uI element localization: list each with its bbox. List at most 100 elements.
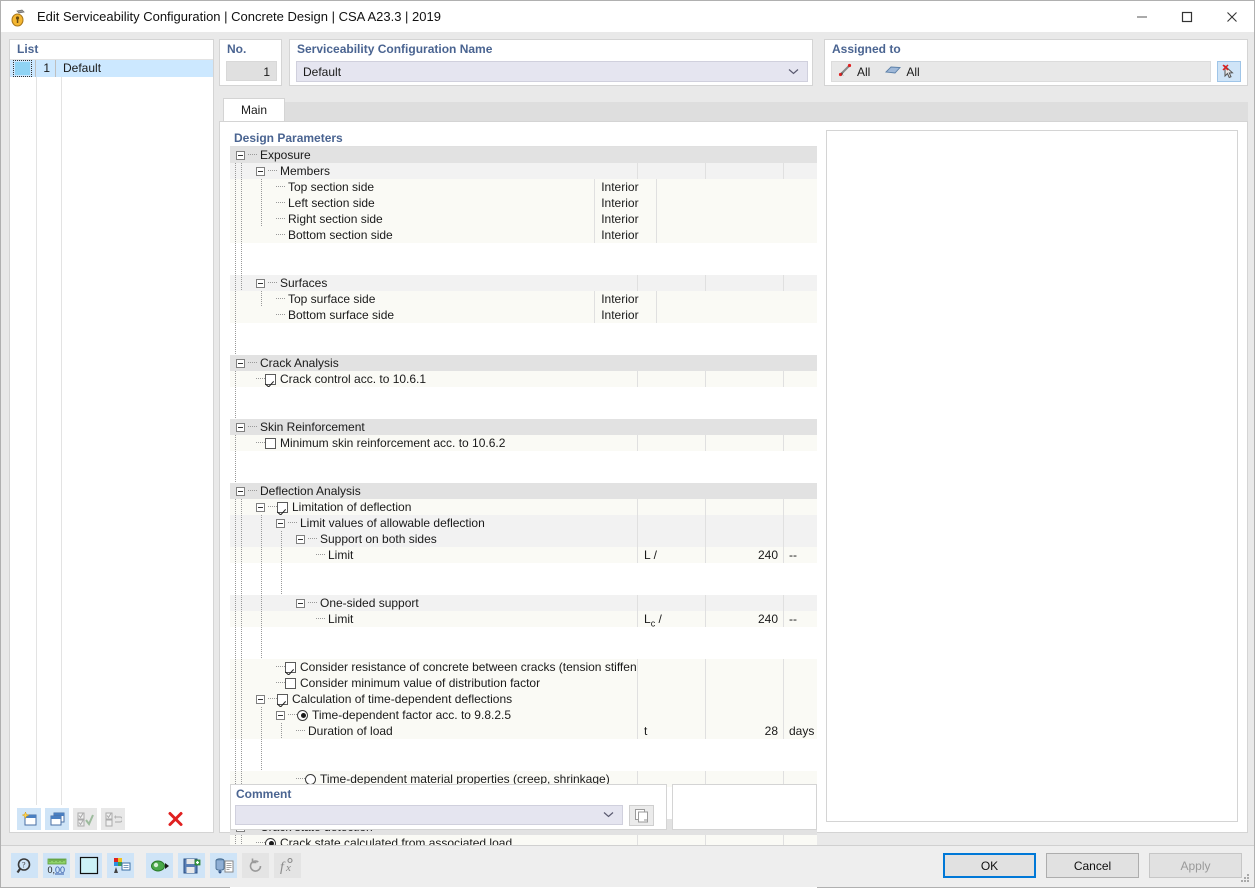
maximize-button[interactable]: [1164, 1, 1209, 32]
tree-group-limit-values[interactable]: Limit values of allowable deflection: [230, 515, 817, 531]
tree-label: Crack Analysis: [257, 356, 339, 370]
list-item-number: 1: [36, 60, 56, 77]
tree-value[interactable]: Interior: [594, 307, 656, 323]
tree-spacer: [230, 643, 817, 659]
collapse-icon[interactable]: [296, 535, 305, 544]
tree-value[interactable]: Interior: [594, 211, 656, 227]
new-item-button[interactable]: [17, 808, 41, 830]
info-search-button[interactable]: ?: [11, 853, 38, 878]
checkbox-crack-control[interactable]: [265, 374, 276, 385]
tree-row-min-distribution-factor[interactable]: Consider minimum value of distribution f…: [230, 675, 817, 691]
tree-line: [248, 419, 257, 435]
collapse-icon[interactable]: [236, 151, 245, 160]
collapse-icon[interactable]: [256, 279, 265, 288]
tree-row-bottom-section-side[interactable]: Bottom section side Interior: [230, 227, 817, 243]
tree-value[interactable]: Interior: [594, 179, 656, 195]
tree-value[interactable]: Interior: [594, 291, 656, 307]
color-swatch-button[interactable]: [75, 853, 102, 878]
tree-value[interactable]: Interior: [594, 195, 656, 211]
tree-row-left-section-side[interactable]: Left section side Interior: [230, 195, 817, 211]
value-duration[interactable]: 28: [705, 723, 783, 739]
title-bar: Edit Serviceability Configuration | Conc…: [1, 1, 1254, 32]
assigned-to-label: Assigned to: [825, 40, 1247, 56]
tree-row-time-dependent-deflections[interactable]: Calculation of time-dependent deflection…: [230, 691, 817, 707]
ok-button[interactable]: OK: [943, 853, 1036, 878]
database-list-button[interactable]: [210, 853, 237, 878]
tree-spacer: [230, 403, 817, 419]
list-grid-line-2: [61, 77, 62, 807]
tree-group-support-both-sides[interactable]: Support on both sides: [230, 531, 817, 547]
delete-item-button[interactable]: [163, 808, 187, 830]
collapse-icon[interactable]: [236, 359, 245, 368]
tree-line: [268, 499, 277, 515]
collapse-icon[interactable]: [236, 423, 245, 432]
tree-row-limit-both-sides[interactable]: Limit L / 240 --: [230, 547, 817, 563]
collapse-icon[interactable]: [236, 487, 245, 496]
tree-row-bottom-surface-side[interactable]: Bottom surface side Interior: [230, 307, 817, 323]
list-color-cell[interactable]: [10, 60, 36, 77]
tree-row-top-section-side[interactable]: Top section side Interior: [230, 179, 817, 195]
tree-value[interactable]: Interior: [594, 227, 656, 243]
detail-preview-panel: [826, 130, 1238, 822]
value-limit-both[interactable]: 240: [705, 547, 783, 563]
number-field[interactable]: 1: [226, 61, 277, 81]
color-swatch[interactable]: [15, 62, 30, 75]
tree-row-time-dependent-factor[interactable]: Time-dependent factor acc. to 9.8.2.5: [230, 707, 817, 723]
tree-label: Deflection Analysis: [257, 484, 361, 498]
checkbox-min-skin-reinforcement[interactable]: [265, 438, 276, 449]
tree-row-top-surface-side[interactable]: Top surface side Interior: [230, 291, 817, 307]
configuration-name-combo[interactable]: Default: [296, 61, 808, 82]
tree-row-limit-one-sided[interactable]: Limit Lc / 240 --: [230, 611, 817, 627]
tree-label: Top surface side: [285, 292, 375, 306]
tree-row-min-skin-reinforcement[interactable]: Minimum skin reinforcement acc. to 10.6.…: [230, 435, 817, 451]
display-properties-button[interactable]: [107, 853, 134, 878]
radio-time-dependent-factor[interactable]: [297, 710, 308, 721]
tree-group-deflection-analysis[interactable]: Deflection Analysis: [230, 483, 817, 499]
checkbox-tension-stiffening[interactable]: [285, 662, 296, 673]
tree-line: [268, 163, 277, 179]
collapse-icon[interactable]: [276, 519, 285, 528]
checkbox-time-dependent-deflections[interactable]: [277, 694, 288, 705]
close-button[interactable]: [1209, 1, 1254, 32]
import-button[interactable]: [146, 853, 173, 878]
select-objects-button[interactable]: [1217, 61, 1241, 82]
minimize-button[interactable]: [1119, 1, 1164, 32]
radio-time-dependent-material[interactable]: [305, 774, 316, 785]
unit-limit-one-sided: --: [783, 611, 817, 627]
collapse-icon[interactable]: [256, 167, 265, 176]
tree-group-skin-reinforcement[interactable]: Skin Reinforcement: [230, 419, 817, 435]
checkbox-min-distribution-factor[interactable]: [285, 678, 296, 689]
value-limit-one-sided[interactable]: 240: [705, 611, 783, 627]
member-icon: x: [838, 63, 852, 80]
tree-line: [256, 371, 265, 387]
tree-row-limitation-of-deflection[interactable]: Limitation of deflection: [230, 499, 817, 515]
list-item[interactable]: 1 Default: [10, 60, 213, 77]
cancel-button[interactable]: Cancel: [1046, 853, 1139, 878]
copy-comment-button[interactable]: [629, 805, 654, 826]
copy-item-button[interactable]: [45, 808, 69, 830]
tree-row-right-section-side[interactable]: Right section side Interior: [230, 211, 817, 227]
resize-grip[interactable]: [1239, 872, 1251, 884]
tab-main[interactable]: Main: [223, 98, 285, 121]
tree-group-one-sided-support[interactable]: One-sided support: [230, 595, 817, 611]
tree-row-crack-control[interactable]: Crack control acc. to 10.6.1: [230, 371, 817, 387]
comment-input[interactable]: [235, 805, 623, 825]
collapse-icon[interactable]: [296, 599, 305, 608]
collapse-icon[interactable]: [256, 503, 265, 512]
app-icon: [9, 7, 29, 27]
save-config-button[interactable]: [178, 853, 205, 878]
tree-group-surfaces[interactable]: Surfaces: [230, 275, 817, 291]
tree-group-crack-analysis[interactable]: Crack Analysis: [230, 355, 817, 371]
collapse-icon[interactable]: [256, 695, 265, 704]
tree-row-duration-of-load[interactable]: Duration of load t 28 days: [230, 723, 817, 739]
tree-group-exposure[interactable]: Exposure: [230, 147, 817, 163]
tree-label: Limit: [325, 548, 353, 562]
tree-spacer: [230, 243, 817, 259]
tree-row-tension-stiffening[interactable]: Consider resistance of concrete between …: [230, 659, 817, 675]
checkbox-limitation-of-deflection[interactable]: [277, 502, 288, 513]
collapse-icon[interactable]: [276, 711, 285, 720]
assigned-to-panel: Assigned to x All All: [824, 39, 1248, 86]
tree-group-members[interactable]: Members: [230, 163, 817, 179]
assigned-to-field[interactable]: x All All: [831, 61, 1211, 82]
units-decimals-button[interactable]: 0, 00: [43, 853, 70, 878]
